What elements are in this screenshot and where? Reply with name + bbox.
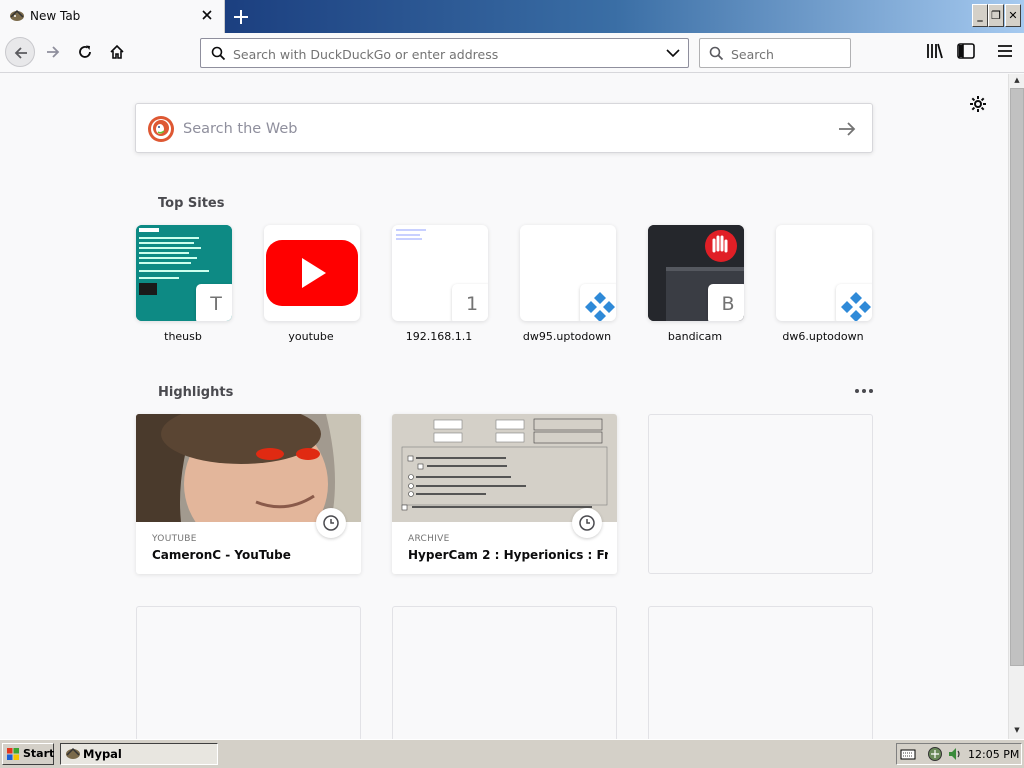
scrollbar-thumb[interactable] xyxy=(1010,88,1024,666)
chevron-down-icon[interactable] xyxy=(666,48,680,58)
highlight-card[interactable]: ARCHIVE HyperCam 2 : Hyperionics : Free … xyxy=(392,414,617,574)
top-site-192-168-1-1[interactable]: 1 xyxy=(392,225,488,321)
mypal-icon xyxy=(10,9,24,21)
minimize-button[interactable]: _ xyxy=(972,4,988,27)
highlight-placeholder xyxy=(648,606,873,739)
forward-arrow-icon xyxy=(47,46,60,58)
home-icon xyxy=(110,44,124,59)
search-input[interactable] xyxy=(731,45,841,63)
system-clock[interactable]: 12:05 PM xyxy=(968,748,1019,761)
start-label: Start xyxy=(23,747,55,760)
back-button[interactable] xyxy=(5,37,35,67)
highlight-placeholder xyxy=(392,606,617,739)
vertical-scrollbar[interactable]: ▲ ▼ xyxy=(1008,74,1024,739)
top-site-label: dw95.uptodown xyxy=(522,330,612,343)
top-site-youtube[interactable] xyxy=(264,225,360,321)
site-screenshot xyxy=(396,229,426,240)
top-site-dw95-uptodown[interactable] xyxy=(520,225,616,321)
arrow-right-icon[interactable] xyxy=(837,120,857,138)
tab-strip: New Tab _ ❐ ✕ xyxy=(0,0,1024,33)
top-site-bandicam[interactable]: B xyxy=(648,225,744,321)
top-site-theusb[interactable]: T xyxy=(136,225,232,321)
new-tab-page: Top Sites T theusb youtube 1 192.168.1.1… xyxy=(0,74,1008,739)
reload-button[interactable] xyxy=(70,37,100,67)
restore-button[interactable]: ❐ xyxy=(988,4,1004,27)
tile-badge: B xyxy=(708,284,744,321)
more-options-icon[interactable] xyxy=(854,386,874,396)
top-site-dw6-uptodown[interactable] xyxy=(776,225,872,321)
reload-icon xyxy=(79,45,91,58)
highlights-heading: Highlights xyxy=(158,385,234,400)
top-site-label: dw6.uptodown xyxy=(782,330,864,343)
search-icon xyxy=(211,46,226,61)
mypal-icon xyxy=(66,747,80,759)
highlight-card[interactable]: YOUTUBE CameronC - YouTube xyxy=(136,414,361,574)
navigation-bar xyxy=(0,33,1024,73)
back-arrow-icon xyxy=(14,47,27,59)
taskbar-item-label: Mypal xyxy=(83,747,122,761)
sidebar-icon[interactable] xyxy=(956,41,976,61)
top-site-label: youtube xyxy=(288,330,334,343)
top-site-label: 192.168.1.1 xyxy=(405,330,473,343)
tile-badge: T xyxy=(196,284,232,321)
web-search-input[interactable] xyxy=(183,119,803,139)
search-bar[interactable] xyxy=(699,38,851,68)
tile-badge: 1 xyxy=(452,284,488,321)
highlight-thumbnail xyxy=(392,414,617,522)
library-icon[interactable] xyxy=(925,41,945,61)
new-tab-plus-icon[interactable] xyxy=(231,7,251,27)
url-input[interactable] xyxy=(233,45,653,63)
top-site-label: theusb xyxy=(164,330,202,343)
network-icon[interactable] xyxy=(927,746,943,762)
uptodown-icon xyxy=(580,284,616,321)
highlight-placeholder xyxy=(648,414,873,574)
uptodown-icon xyxy=(836,284,872,321)
tab-new-tab[interactable]: New Tab xyxy=(0,0,225,33)
history-clock-icon xyxy=(316,508,346,538)
start-button[interactable]: Start xyxy=(2,743,54,765)
top-sites-heading: Top Sites xyxy=(158,196,225,211)
tab-title: New Tab xyxy=(30,9,81,23)
menu-hamburger-icon[interactable] xyxy=(995,41,1015,61)
highlight-context: ARCHIVE xyxy=(408,534,450,544)
youtube-logo-icon xyxy=(266,240,358,306)
url-bar[interactable] xyxy=(200,38,689,68)
volume-icon[interactable] xyxy=(947,746,963,762)
history-clock-icon xyxy=(572,508,602,538)
taskbar: Start Mypal 12:05 PM xyxy=(0,739,1024,768)
gear-icon[interactable] xyxy=(969,95,987,113)
highlight-placeholder xyxy=(136,606,361,739)
scroll-down-arrow-icon[interactable]: ▼ xyxy=(1010,724,1024,737)
highlight-thumbnail xyxy=(136,414,361,522)
taskbar-item-mypal[interactable]: Mypal xyxy=(60,743,218,765)
web-search-box[interactable] xyxy=(135,103,873,153)
search-icon xyxy=(709,46,724,61)
highlight-context: YOUTUBE xyxy=(152,534,197,544)
top-site-label: bandicam xyxy=(667,330,723,343)
highlight-title: HyperCam 2 : Hyperionics : Free ... xyxy=(408,548,608,562)
windows-logo-icon xyxy=(7,748,19,760)
home-button[interactable] xyxy=(102,37,132,67)
scroll-up-arrow-icon[interactable]: ▲ xyxy=(1010,74,1024,87)
close-window-button[interactable]: ✕ xyxy=(1005,4,1021,27)
duckduckgo-logo-icon xyxy=(148,116,174,142)
close-tab-icon[interactable] xyxy=(199,7,215,23)
highlight-title: CameronC - YouTube xyxy=(152,548,291,562)
forward-button[interactable] xyxy=(38,37,68,67)
